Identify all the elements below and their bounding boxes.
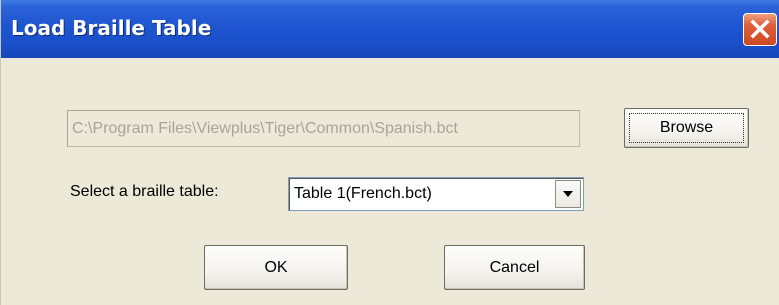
- dropdown-arrow-button[interactable]: [555, 180, 581, 208]
- cancel-button-label: Cancel: [489, 259, 540, 276]
- braille-table-dropdown[interactable]: Table 1(French.bct): [288, 177, 584, 211]
- close-button[interactable]: [743, 13, 777, 46]
- window-title: Load Braille Table: [11, 16, 212, 40]
- file-path-field[interactable]: C:\Program Files\Viewplus\Tiger\Common\S…: [67, 110, 580, 147]
- chevron-down-icon: [563, 191, 573, 197]
- browse-button-label: Browse: [659, 119, 714, 136]
- close-x-icon: [750, 19, 770, 39]
- title-bar[interactable]: Load Braille Table: [1, 0, 779, 58]
- ok-button-label: OK: [264, 259, 288, 276]
- selected-table-value: Table 1(French.bct): [294, 185, 432, 202]
- ok-button[interactable]: OK: [204, 245, 348, 290]
- load-braille-table-dialog: Load Braille Table C:\Program Files\View…: [0, 0, 779, 305]
- select-table-label: Select a braille table:: [70, 183, 219, 200]
- browse-button[interactable]: Browse: [624, 108, 749, 148]
- cancel-button[interactable]: Cancel: [444, 245, 585, 290]
